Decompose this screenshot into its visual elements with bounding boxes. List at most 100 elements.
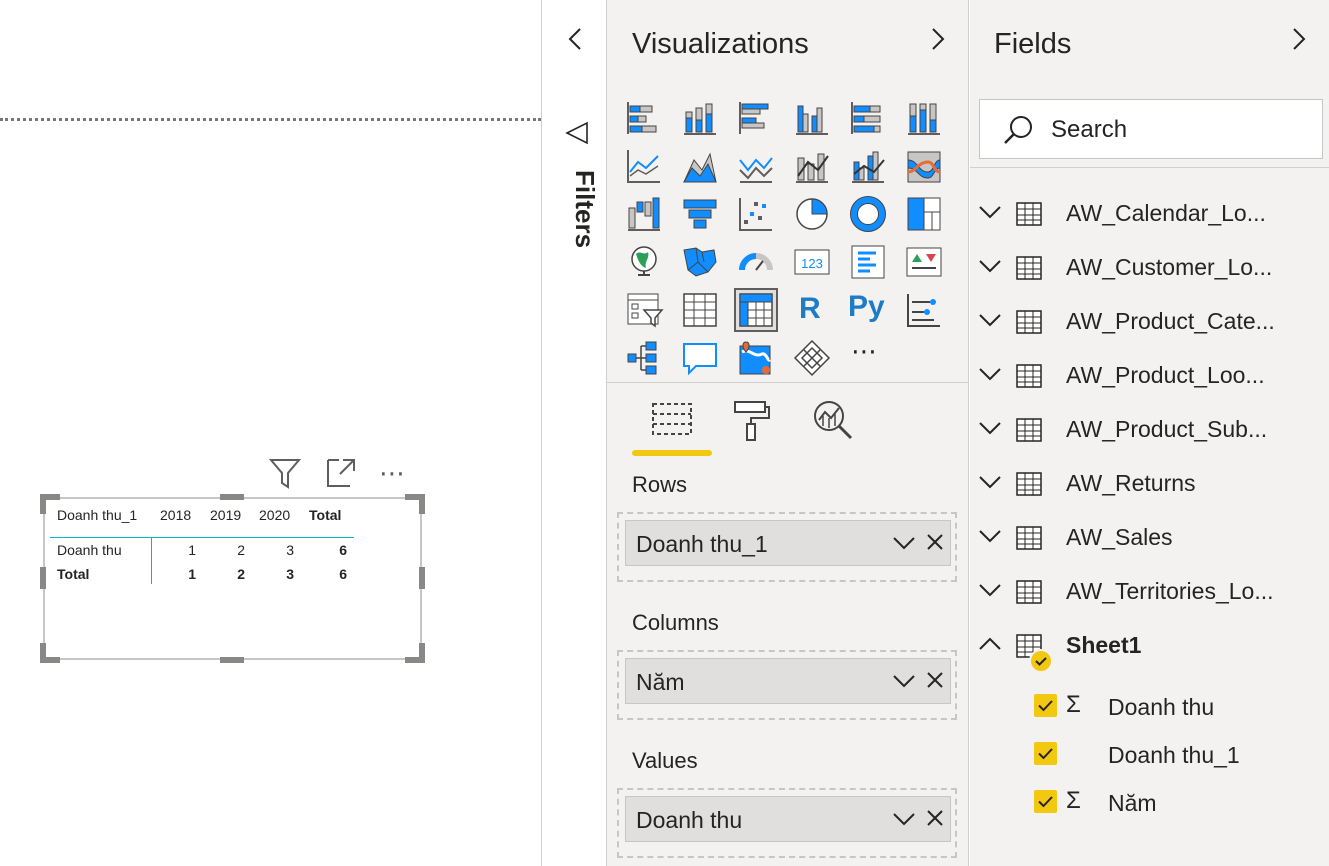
table-item[interactable]: AW_Sales xyxy=(970,516,1329,560)
table-item[interactable]: AW_Calendar_Lo... xyxy=(970,192,1329,236)
remove-field-icon[interactable] xyxy=(926,671,944,689)
more-visuals-icon[interactable]: ⋯ xyxy=(851,336,878,367)
area-chart-icon[interactable] xyxy=(680,146,720,186)
analytics-magnifier-icon[interactable] xyxy=(811,398,855,442)
table-icon xyxy=(1016,472,1042,496)
table-icon[interactable] xyxy=(680,290,720,330)
search-input[interactable]: Search xyxy=(1051,116,1127,144)
field-checkbox[interactable] xyxy=(1034,790,1057,813)
filters-pane-collapsed[interactable]: Filters xyxy=(541,0,607,866)
stacked-column-chart-icon[interactable] xyxy=(680,98,720,138)
gauge-icon[interactable] xyxy=(736,242,776,282)
report-canvas[interactable]: ⋯ Doanh thu_1 2018 2019 2020 Total Doanh… xyxy=(0,0,541,866)
kpi-icon[interactable] xyxy=(904,242,944,282)
treemap-icon[interactable] xyxy=(904,194,944,234)
filters-label[interactable]: Filters xyxy=(550,170,600,270)
filter-icon[interactable] xyxy=(268,456,302,490)
chevron-up-icon[interactable] xyxy=(978,636,1002,652)
rows-field-pill[interactable]: Doanh thu_1 xyxy=(625,520,951,566)
table-item[interactable]: AW_Territories_Lo... xyxy=(970,570,1329,614)
table-item-expanded[interactable]: Sheet1 xyxy=(970,624,1329,673)
chevron-down-icon[interactable] xyxy=(892,673,916,689)
resize-handle[interactable] xyxy=(40,643,46,663)
resize-handle[interactable] xyxy=(40,494,46,514)
ribbon-chart-icon[interactable] xyxy=(904,146,944,186)
clustered-bar-chart-icon[interactable] xyxy=(736,98,776,138)
resize-handle[interactable] xyxy=(419,643,425,663)
map-icon[interactable] xyxy=(624,242,664,282)
format-paint-roller-icon[interactable] xyxy=(731,398,773,442)
stacked-area-chart-icon[interactable] xyxy=(736,146,776,186)
decomposition-tree-icon[interactable] xyxy=(624,338,664,378)
resize-handle[interactable] xyxy=(419,567,425,589)
line-and-stacked-column-chart-icon[interactable] xyxy=(792,146,832,186)
field-checkbox[interactable] xyxy=(1034,742,1057,765)
chevron-down-icon[interactable] xyxy=(978,366,1002,382)
slicer-icon[interactable] xyxy=(624,290,664,330)
clustered-column-chart-icon[interactable] xyxy=(792,98,832,138)
matrix-cell: 2 xyxy=(237,542,245,558)
field-item[interactable]: Σ Năm xyxy=(970,784,1329,824)
filled-map-icon[interactable] xyxy=(680,242,720,282)
100-stacked-bar-chart-icon[interactable] xyxy=(848,98,888,138)
power-apps-icon[interactable] xyxy=(792,338,832,378)
stacked-bar-chart-icon[interactable] xyxy=(624,98,664,138)
field-item[interactable]: Σ Doanh thu xyxy=(970,688,1329,728)
chevron-down-icon[interactable] xyxy=(978,420,1002,436)
search-icon xyxy=(1004,116,1032,144)
resize-handle[interactable] xyxy=(220,494,244,500)
chevron-down-icon[interactable] xyxy=(978,474,1002,490)
resize-handle[interactable] xyxy=(419,494,425,514)
r-visual-icon[interactable]: R xyxy=(799,292,821,326)
fields-pane: Fields Search AW_Calendar_Lo... AW_Custo… xyxy=(970,0,1329,866)
more-options-icon[interactable]: ⋯ xyxy=(379,458,406,489)
columns-well[interactable]: Năm xyxy=(617,650,957,720)
values-field-pill[interactable]: Doanh thu xyxy=(625,796,951,842)
remove-field-icon[interactable] xyxy=(926,533,944,551)
values-well[interactable]: Doanh thu xyxy=(617,788,957,858)
chevron-down-icon[interactable] xyxy=(978,528,1002,544)
field-checkbox[interactable] xyxy=(1034,694,1057,717)
chevron-down-icon[interactable] xyxy=(978,258,1002,274)
columns-field-pill[interactable]: Năm xyxy=(625,658,951,704)
100-stacked-column-chart-icon[interactable] xyxy=(904,98,944,138)
chevron-down-icon[interactable] xyxy=(978,204,1002,220)
fields-search-box[interactable]: Search xyxy=(979,99,1323,159)
matrix-total-label: Total xyxy=(57,566,90,582)
matrix-row-label: Doanh thu xyxy=(57,542,122,558)
chevron-down-icon[interactable] xyxy=(978,582,1002,598)
table-item[interactable]: AW_Product_Loo... xyxy=(970,354,1329,398)
chevron-right-icon[interactable] xyxy=(927,26,949,52)
matrix-total-cell: 1 xyxy=(188,566,196,582)
line-chart-icon[interactable] xyxy=(624,146,664,186)
chevron-down-icon[interactable] xyxy=(892,811,916,827)
rows-well[interactable]: Doanh thu_1 xyxy=(617,512,957,582)
pie-chart-icon[interactable] xyxy=(792,194,832,234)
table-item[interactable]: AW_Product_Cate... xyxy=(970,300,1329,344)
chevron-down-icon[interactable] xyxy=(978,312,1002,328)
scatter-chart-icon[interactable] xyxy=(736,194,776,234)
field-item[interactable]: Doanh thu_1 xyxy=(970,736,1329,776)
matrix-icon[interactable] xyxy=(736,290,776,330)
resize-handle[interactable] xyxy=(40,567,46,589)
table-item[interactable]: AW_Customer_Lo... xyxy=(970,246,1329,290)
multi-row-card-icon[interactable] xyxy=(848,242,888,282)
focus-mode-icon[interactable] xyxy=(324,456,358,490)
arcgis-map-icon[interactable] xyxy=(736,338,776,378)
chevron-right-icon[interactable] xyxy=(1288,26,1310,52)
resize-handle[interactable] xyxy=(220,657,244,663)
line-and-clustered-column-chart-icon[interactable] xyxy=(848,146,888,186)
remove-field-icon[interactable] xyxy=(926,809,944,827)
table-item[interactable]: AW_Product_Sub... xyxy=(970,408,1329,452)
chevron-down-icon[interactable] xyxy=(892,535,916,551)
qa-icon[interactable] xyxy=(680,338,720,378)
table-item[interactable]: AW_Returns xyxy=(970,462,1329,506)
fields-tab-icon[interactable] xyxy=(651,398,693,440)
key-influencers-icon[interactable] xyxy=(904,290,944,330)
card-icon[interactable]: 123 xyxy=(792,242,832,282)
python-visual-icon[interactable]: Py xyxy=(848,290,885,324)
waterfall-chart-icon[interactable] xyxy=(624,194,664,234)
chevron-left-icon[interactable] xyxy=(564,26,586,52)
funnel-chart-icon[interactable] xyxy=(680,194,720,234)
donut-chart-icon[interactable] xyxy=(848,194,888,234)
